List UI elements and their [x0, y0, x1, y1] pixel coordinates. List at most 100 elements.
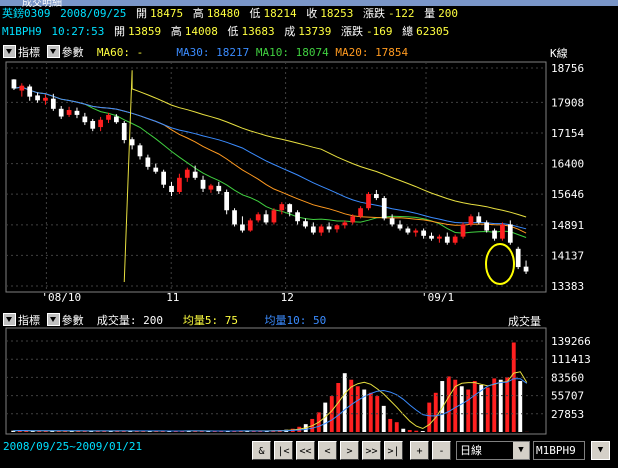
candle-body [484, 222, 490, 231]
candle-body [98, 119, 103, 128]
volume-bar [518, 381, 523, 432]
price-y-tick: 14891 [551, 219, 584, 232]
volume-bar [446, 376, 451, 432]
price-panel-frame [5, 61, 547, 293]
code-dropdown-icon[interactable]: ▼ [591, 441, 610, 460]
nav-button[interactable]: >> [362, 441, 381, 460]
candle-body [74, 110, 80, 115]
code-input[interactable]: M1BPH9 [533, 441, 585, 460]
candle-body [444, 236, 450, 243]
period-value: 日線 [460, 444, 482, 457]
price-y-tick: 14137 [551, 249, 584, 262]
volume-bar [388, 418, 393, 432]
candle-body [515, 248, 521, 268]
volume-y-tick: 27853 [551, 408, 584, 421]
volume-bar [407, 430, 412, 432]
volume-bar [453, 379, 458, 432]
price-y-tick: 17908 [551, 96, 584, 109]
volume-bar [498, 379, 503, 432]
nav-button[interactable]: & [252, 441, 271, 460]
nav-button[interactable]: - [432, 441, 451, 460]
candle-body [271, 210, 277, 223]
candle-body [421, 230, 426, 236]
candle-body [208, 185, 214, 190]
candle-body [19, 85, 25, 91]
volume-bar [492, 378, 497, 432]
price-x-tick: 12 [281, 291, 294, 304]
nav-button[interactable]: + [410, 441, 429, 460]
candle-body [43, 97, 48, 101]
candle-body [460, 224, 466, 237]
price-y-tick: 16400 [551, 158, 584, 171]
candle-body [177, 177, 182, 192]
candle-body [507, 224, 513, 243]
ma30-line [13, 86, 527, 230]
volume-bar [342, 373, 347, 432]
volume-panel-frame [5, 327, 547, 435]
volume-bar [511, 342, 516, 432]
candle-body [58, 108, 64, 117]
volume-bar [414, 430, 419, 432]
period-select[interactable]: 日線 ▼ [456, 441, 530, 460]
candle-body [366, 194, 371, 209]
candle-body [310, 226, 316, 233]
volume-bar [440, 381, 445, 432]
volume-bar [420, 431, 425, 432]
highlight-circle [485, 243, 515, 285]
candle-body [303, 221, 308, 227]
candle-body [405, 228, 411, 233]
candle-body [255, 214, 261, 221]
nav-button[interactable]: > [340, 441, 359, 460]
candle-body [279, 204, 285, 211]
candle-body [216, 185, 222, 192]
date-range-label: 2008/09/25~2009/01/21 [3, 440, 143, 453]
volume-bar [459, 386, 464, 432]
candle-body [232, 210, 237, 225]
nav-button[interactable]: << [296, 441, 315, 460]
volume-y-tick: 111413 [551, 353, 591, 366]
price-x-tick: '09/1 [421, 291, 454, 304]
volume-bar [381, 405, 386, 432]
candle-body [161, 171, 166, 185]
candle-body [263, 214, 269, 223]
volume-y-tick: 55707 [551, 390, 584, 403]
candle-body [358, 208, 363, 217]
candle-body [240, 224, 245, 231]
candle-body [429, 235, 434, 239]
nav-button[interactable]: >| [384, 441, 403, 460]
price-x-tick: '08/10 [41, 291, 81, 304]
volume-bar [427, 402, 432, 432]
ma20-line [13, 86, 527, 234]
candle-body [11, 79, 17, 89]
price-y-tick: 18756 [551, 62, 584, 75]
candle-body [184, 169, 190, 178]
candle-body [82, 116, 88, 123]
candle-body [114, 116, 119, 123]
ma60-line [123, 70, 527, 283]
candle-body [224, 191, 230, 211]
candle-body [437, 236, 442, 239]
candle-body [468, 216, 474, 225]
candle-body [169, 185, 174, 192]
volume-bar [336, 383, 341, 432]
candle-body [476, 216, 482, 223]
price-y-tick: 17154 [551, 127, 584, 140]
chevron-down-icon[interactable]: ▼ [513, 442, 529, 459]
volume-bar [472, 381, 477, 432]
charts-canvas[interactable]: 18756 17908 17154 16400 15646 14891 14137 13383… [0, 0, 618, 468]
volume-bar [368, 392, 373, 432]
volume-bar [401, 428, 406, 432]
nav-button[interactable]: |< [274, 441, 293, 460]
nav-button[interactable]: < [318, 441, 337, 460]
candle-body [295, 212, 300, 222]
candle-body [397, 224, 403, 229]
candle-body [27, 86, 33, 97]
candle-body [374, 194, 379, 199]
candle-body [523, 266, 529, 272]
candle-body [106, 114, 111, 120]
candle-body [389, 218, 395, 225]
candle-body [66, 110, 72, 115]
candle-body [342, 222, 348, 226]
volume-bar [485, 387, 490, 432]
volume-bar [433, 392, 438, 432]
